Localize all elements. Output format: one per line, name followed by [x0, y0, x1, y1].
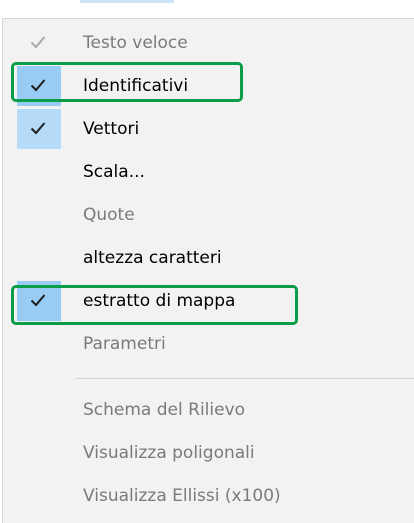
checkmark-icon: [30, 36, 46, 49]
menu-item-visualizza-poligonali[interactable]: Visualizza poligonali: [3, 433, 414, 473]
menu-item-label: altezza caratteri: [83, 248, 222, 268]
menu-item-label: Vettori: [83, 119, 140, 139]
checkmark-icon: [30, 294, 46, 307]
menu-item-label: Visualizza Ellissi (x100): [83, 486, 281, 506]
check-area: [17, 109, 61, 149]
menu-item-identificativi[interactable]: Identificativi: [3, 66, 414, 106]
checkmark-icon: [30, 79, 46, 92]
menu-item-estratto-di-mappa[interactable]: estratto di mappa: [3, 281, 414, 321]
menu-item-label: Schema del Rilievo: [83, 400, 246, 420]
menu-item-label: Parametri: [83, 334, 166, 354]
checkmark-icon: [30, 122, 46, 135]
top-accent-bar: [80, 0, 174, 3]
menu-item-label: Scala...: [83, 162, 145, 182]
check-area: [17, 23, 61, 63]
check-area: [17, 281, 61, 321]
context-menu: Testo veloce Identificativi Vettori Scal…: [2, 18, 414, 523]
menu-item-schema-del-rilievo[interactable]: Schema del Rilievo: [3, 390, 414, 430]
menu-item-vettori[interactable]: Vettori: [3, 109, 414, 149]
check-area: [17, 66, 61, 106]
menu-item-scala[interactable]: Scala...: [3, 152, 414, 192]
menu-item-testo-veloce[interactable]: Testo veloce: [3, 23, 414, 63]
menu-item-label: Testo veloce: [83, 33, 188, 53]
menu-item-parametri[interactable]: Parametri: [3, 324, 414, 364]
menu-item-label: estratto di mappa: [83, 291, 236, 311]
menu-item-label: Identificativi: [83, 76, 189, 96]
menu-item-visualizza-ellissi[interactable]: Visualizza Ellissi (x100): [3, 476, 414, 516]
menu-item-quote[interactable]: Quote: [3, 195, 414, 235]
menu-item-label: Quote: [83, 205, 135, 225]
menu-separator: [75, 378, 414, 379]
menu-item-altezza-caratteri[interactable]: altezza caratteri: [3, 238, 414, 278]
menu-item-label: Visualizza poligonali: [83, 443, 255, 463]
